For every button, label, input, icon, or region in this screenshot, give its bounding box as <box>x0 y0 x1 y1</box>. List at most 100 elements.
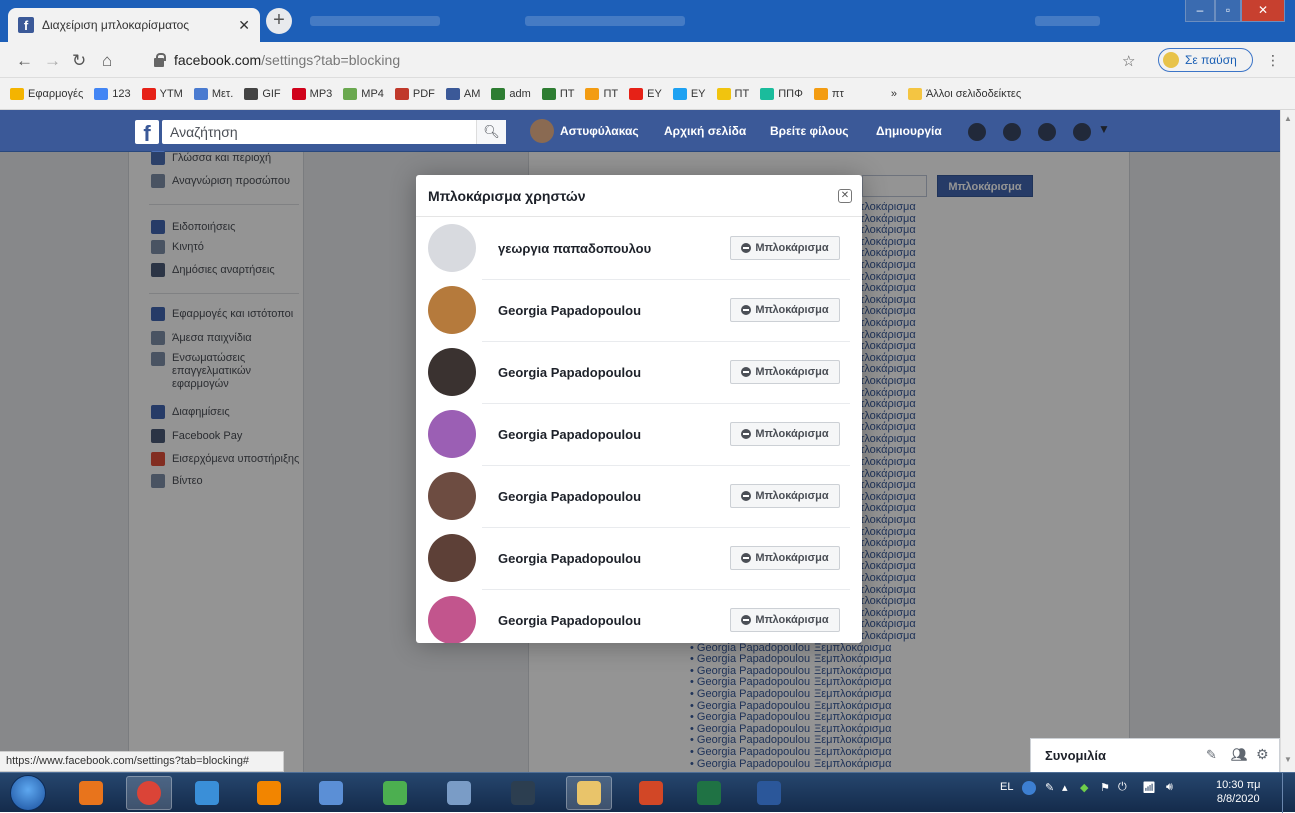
group-chat-icon[interactable]: 👥︎ <box>1231 747 1248 763</box>
home-icon[interactable]: ⌂ <box>102 51 112 71</box>
menu-icon[interactable]: ⋮ <box>1266 52 1280 69</box>
facebook-logo[interactable]: f <box>135 120 159 146</box>
taskbar-green-app-button[interactable] <box>372 776 418 810</box>
back-icon[interactable]: ← <box>16 51 33 71</box>
taskbar-calculator-button[interactable] <box>436 776 482 810</box>
taskbar-media-button[interactable] <box>68 776 114 810</box>
user-name[interactable]: Georgia Papadopoulou <box>498 613 730 628</box>
power-icon[interactable]: ⏻ <box>1118 781 1127 794</box>
help-icon[interactable] <box>1073 123 1091 141</box>
bookmark-item[interactable]: ΠΠΦ <box>760 87 803 100</box>
taskbar-chrome-button[interactable] <box>126 776 172 810</box>
bookmark-item[interactable]: ΠΤ <box>716 87 749 100</box>
block-button[interactable]: Μπλοκάρισμα <box>730 608 840 632</box>
bookmark-item[interactable]: πτ <box>813 87 844 100</box>
help-tray-icon[interactable] <box>1022 781 1036 795</box>
bookmark-item[interactable]: ΑΜ <box>445 87 480 100</box>
user-name[interactable]: γεωργια παπαδοπουλου <box>498 241 730 256</box>
bookmark-item[interactable]: PDF <box>394 87 435 100</box>
blurred-tab[interactable] <box>525 16 685 26</box>
notifications-bell-icon[interactable] <box>1038 123 1056 141</box>
reload-icon[interactable]: ↻ <box>72 51 86 71</box>
block-button[interactable]: Μπλοκάρισμα <box>730 422 840 446</box>
bookmark-item[interactable]: ΕΥ <box>672 87 706 100</box>
bookmark-item[interactable]: GIF <box>244 87 281 100</box>
close-icon[interactable]: ✕ <box>838 189 852 203</box>
scroll-up-icon[interactable]: ▲ <box>1284 114 1292 123</box>
chat-tab[interactable]: Συνομιλία ✎ 👥︎ ⚙ <box>1030 738 1280 772</box>
bookmark-item[interactable]: 123 <box>94 87 131 100</box>
network-tray-icon[interactable]: ◆ <box>1080 781 1088 794</box>
taskbar-explorer-button[interactable] <box>566 776 612 810</box>
search-icon[interactable]: 🔍︎ <box>476 120 506 144</box>
profile-link[interactable]: Αστυφύλακας <box>560 124 639 138</box>
taskbar-pen-app-button[interactable] <box>500 776 546 810</box>
bookmark-item[interactable]: MP4 <box>343 87 384 100</box>
browser-tab[interactable]: f Διαχείριση μπλοκαρίσματος ✕ <box>8 8 260 42</box>
address-bar[interactable]: facebook.com/settings?tab=blocking <box>146 47 1136 73</box>
maximize-button[interactable]: ▫ <box>1215 0 1241 22</box>
system-clock[interactable]: 10:30 πμ 8/8/2020 <box>1216 778 1261 806</box>
find-friends-link[interactable]: Βρείτε φίλους <box>770 124 849 138</box>
account-menu-chevron-down-icon[interactable]: ▼ <box>1098 122 1110 136</box>
minimize-button[interactable]: – <box>1185 0 1215 22</box>
avatar[interactable] <box>428 596 476 643</box>
taskbar-internet-explorer-button[interactable] <box>184 776 230 810</box>
messenger-icon[interactable] <box>1003 123 1021 141</box>
show-desktop-button[interactable] <box>1282 773 1295 813</box>
blurred-tab[interactable] <box>310 16 440 26</box>
page-scrollbar[interactable]: ▲ ▼ <box>1280 110 1295 772</box>
volume-icon[interactable]: 🔊︎ <box>1166 781 1173 794</box>
action-center-flag-icon[interactable]: ⚑ <box>1100 781 1110 794</box>
bookmark-item[interactable]: ΠΤ <box>541 87 574 100</box>
show-hidden-icons-icon[interactable]: ▴ <box>1062 781 1068 794</box>
other-bookmarks-folder[interactable]: Άλλοι σελιδοδείκτες <box>907 87 1021 100</box>
friend-requests-icon[interactable] <box>968 123 986 141</box>
language-indicator[interactable]: EL <box>1000 781 1013 793</box>
block-button[interactable]: Μπλοκάρισμα <box>730 360 840 384</box>
create-link[interactable]: Δημιουργία <box>876 124 942 138</box>
blurred-tab[interactable] <box>1035 16 1100 26</box>
taskbar-word-button[interactable] <box>746 776 792 810</box>
bookmark-item[interactable]: ΠΤ <box>585 87 618 100</box>
pen-tray-icon[interactable]: ✎ <box>1045 781 1054 794</box>
block-button[interactable]: Μπλοκάρισμα <box>730 236 840 260</box>
block-button[interactable]: Μπλοκάρισμα <box>730 546 840 570</box>
avatar[interactable] <box>428 410 476 458</box>
forward-icon[interactable]: → <box>44 51 61 71</box>
start-button[interactable] <box>10 775 46 811</box>
avatar[interactable] <box>428 286 476 334</box>
avatar[interactable] <box>428 348 476 396</box>
block-button[interactable]: Μπλοκάρισμα <box>730 298 840 322</box>
bookmark-item[interactable]: MP3 <box>291 87 332 100</box>
bookmark-item[interactable]: adm <box>491 87 531 100</box>
taskbar-vlc-button[interactable] <box>246 776 292 810</box>
avatar[interactable] <box>428 534 476 582</box>
signal-icon[interactable]: 📶︎ <box>1142 781 1156 794</box>
bookmark-item[interactable]: YTM <box>141 87 183 100</box>
taskbar-excel-button[interactable] <box>686 776 732 810</box>
user-name[interactable]: Georgia Papadopoulou <box>498 489 730 504</box>
block-button[interactable]: Μπλοκάρισμα <box>730 484 840 508</box>
user-name[interactable]: Georgia Papadopoulou <box>498 427 730 442</box>
user-name[interactable]: Georgia Papadopoulou <box>498 303 730 318</box>
search-input[interactable]: Αναζήτηση <box>162 120 506 144</box>
scroll-down-icon[interactable]: ▼ <box>1284 755 1292 764</box>
user-name[interactable]: Georgia Papadopoulou <box>498 365 730 380</box>
avatar[interactable] <box>428 224 476 272</box>
avatar[interactable] <box>428 472 476 520</box>
taskbar-powerpoint-button[interactable] <box>628 776 674 810</box>
new-message-icon[interactable]: ✎ <box>1206 747 1217 763</box>
new-tab-button[interactable]: + <box>266 8 292 34</box>
user-name[interactable]: Georgia Papadopoulou <box>498 551 730 566</box>
bookmark-item[interactable]: Εφαρμογές <box>10 87 83 100</box>
bookmark-item[interactable]: Μετ. <box>193 87 233 100</box>
profile-button[interactable]: Σε παύση <box>1158 48 1253 72</box>
home-link[interactable]: Αρχική σελίδα <box>664 124 746 138</box>
bookmark-star-icon[interactable]: ☆ <box>1122 52 1135 70</box>
bookmarks-overflow-chevron-icon[interactable]: » <box>891 88 897 100</box>
taskbar-globe-button[interactable] <box>308 776 354 810</box>
avatar[interactable] <box>530 119 554 143</box>
close-window-button[interactable]: ✕ <box>1241 0 1285 22</box>
close-tab-icon[interactable]: ✕ <box>238 17 250 34</box>
